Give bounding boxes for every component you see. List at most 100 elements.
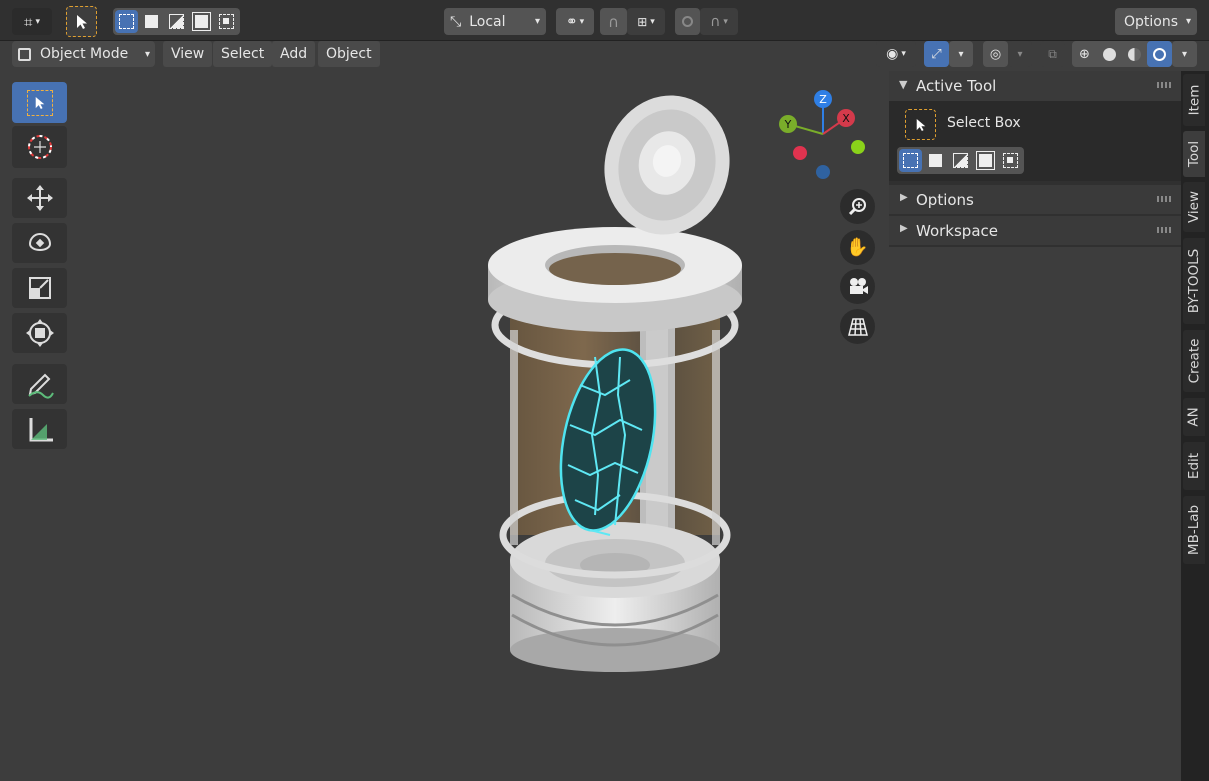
- options-label: Options: [1123, 13, 1179, 30]
- active-tool-button[interactable]: [66, 6, 97, 37]
- options-dropdown[interactable]: Options ▾: [1115, 8, 1197, 35]
- orientation-label: Local: [469, 13, 506, 30]
- tool-rotate[interactable]: [12, 223, 67, 263]
- workspace-panel-header[interactable]: ▶ Workspace: [889, 216, 1181, 245]
- rendered-shading-icon[interactable]: [1147, 41, 1172, 67]
- active-tool-title: Active Tool: [916, 77, 997, 95]
- snap-toggle-button[interactable]: ∩: [600, 8, 627, 35]
- gizmo-dropdown[interactable]: ▾: [949, 41, 973, 67]
- pivot-point-dropdown[interactable]: ⚭ ▾: [556, 8, 594, 35]
- sidebar-select-invert-icon[interactable]: [974, 149, 997, 172]
- select-extend-icon[interactable]: [140, 10, 163, 33]
- select-new-icon[interactable]: [115, 10, 138, 33]
- falloff-curve-icon: ∩: [710, 13, 721, 30]
- solid-shading-icon[interactable]: [1097, 41, 1122, 67]
- transform-icon: [25, 319, 54, 347]
- tab-edit[interactable]: Edit: [1183, 442, 1205, 490]
- wireframe-shading-icon[interactable]: ⊕: [1072, 41, 1097, 67]
- mode-label: Object Mode: [40, 46, 129, 62]
- options-panel-label: Options: [916, 191, 974, 209]
- sidebar-select-intersect-icon[interactable]: [999, 149, 1022, 172]
- cursor-arrow-icon: [76, 14, 87, 29]
- tool-scale[interactable]: [12, 268, 67, 308]
- gizmo-toggle-button[interactable]: ⤢: [924, 41, 949, 67]
- editor-type-button[interactable]: ⌗ ▾: [12, 8, 52, 35]
- tab-item[interactable]: Item: [1183, 74, 1205, 126]
- tab-view[interactable]: View: [1183, 182, 1205, 232]
- expand-triangle-icon: ▶: [900, 223, 908, 234]
- tool-select-box[interactable]: [12, 82, 67, 123]
- camera-icon: [849, 277, 868, 294]
- camera-view-button[interactable]: [840, 269, 875, 304]
- overlays-icon: ◎: [989, 46, 1002, 62]
- xray-icon: ⧉: [1048, 46, 1057, 61]
- visibility-dropdown[interactable]: ◉ ▾: [876, 41, 916, 67]
- cursor-icon: [27, 135, 52, 159]
- drag-handle-icon[interactable]: [1157, 196, 1171, 202]
- sidebar-select-subtract-icon[interactable]: [949, 149, 972, 172]
- menu-select[interactable]: Select: [213, 41, 273, 67]
- menu-view[interactable]: View: [163, 41, 213, 67]
- tool-transform[interactable]: [12, 313, 67, 353]
- tool-cursor[interactable]: [12, 126, 67, 168]
- select-box-tool-icon: [905, 109, 936, 140]
- tool-annotate[interactable]: [12, 364, 67, 404]
- gizmo-z-label: Z: [819, 93, 827, 106]
- tab-an[interactable]: AN: [1183, 398, 1205, 436]
- viewport-object-render[interactable]: [470, 95, 760, 675]
- top-header: ⌗ ▾ ⤡ Local ▾ ⚭ ▾ ∩ ⊞ ▾ ∩ ▾ Options ▾: [0, 0, 1209, 41]
- sidebar-selection-mode-group: [897, 147, 1024, 174]
- axis-navigation-gizmo[interactable]: Z Y X: [770, 85, 880, 185]
- material-shading-icon[interactable]: [1122, 41, 1147, 67]
- orientation-icon: ⤡: [450, 13, 462, 30]
- menu-add[interactable]: Add: [272, 41, 316, 67]
- pan-button[interactable]: ✋: [840, 230, 875, 265]
- sidebar-select-new-icon[interactable]: [899, 149, 922, 172]
- active-tool-panel-header[interactable]: ▼ Active Tool: [889, 71, 1181, 101]
- tool-measure[interactable]: [12, 409, 67, 449]
- select-box-icon: [26, 89, 53, 116]
- tab-create[interactable]: Create: [1183, 330, 1205, 392]
- snap-target-dropdown[interactable]: ⊞ ▾: [627, 8, 665, 35]
- perspective-toggle-button[interactable]: [840, 309, 875, 344]
- mode-dropdown[interactable]: Object Mode ▾: [12, 41, 155, 67]
- shading-dropdown[interactable]: ▾: [1172, 41, 1197, 67]
- transform-orientation-dropdown[interactable]: ⤡ Local ▾: [444, 8, 546, 35]
- tool-move[interactable]: [12, 178, 67, 218]
- move-arrows-icon: [26, 185, 53, 211]
- grid-perspective-icon: [847, 317, 868, 336]
- xray-toggle-button[interactable]: ⧉: [1040, 41, 1065, 67]
- drag-handle-icon[interactable]: [1157, 227, 1171, 233]
- overlays-toggle-button[interactable]: ◎: [983, 41, 1008, 67]
- sidebar-select-extend-icon[interactable]: [924, 149, 947, 172]
- collapse-triangle-icon: ▼: [899, 78, 908, 91]
- measure-ruler-icon: [29, 418, 53, 442]
- tab-tool[interactable]: Tool: [1183, 131, 1205, 177]
- zoom-button[interactable]: [840, 189, 875, 224]
- gizmo-x-label: X: [842, 112, 850, 125]
- options-panel-header[interactable]: ▶ Options: [889, 185, 1181, 214]
- falloff-dropdown[interactable]: ∩ ▾: [700, 8, 738, 35]
- tab-by-tools[interactable]: BY-TOOLS: [1183, 238, 1205, 324]
- annotate-pencil-icon: [27, 373, 54, 399]
- zoom-magnifier-icon: [848, 197, 866, 215]
- workspace-panel-label: Workspace: [916, 222, 998, 240]
- drag-handle-icon[interactable]: [1157, 82, 1171, 88]
- gizmo-y-label: Y: [784, 118, 792, 131]
- proportional-edit-icon: [682, 16, 693, 27]
- rotate-icon: [28, 233, 51, 251]
- magnet-icon: ∩: [608, 12, 619, 31]
- shading-mode-group: ⊕: [1072, 41, 1172, 67]
- select-invert-icon[interactable]: [190, 10, 213, 33]
- tab-mb-lab[interactable]: MB-Lab: [1183, 496, 1205, 564]
- select-subtract-icon[interactable]: [165, 10, 188, 33]
- menu-object[interactable]: Object: [318, 41, 380, 67]
- hand-icon: ✋: [846, 237, 869, 258]
- tool-name-label: Select Box: [947, 115, 1021, 131]
- select-intersect-icon[interactable]: [215, 10, 238, 33]
- proportional-edit-button[interactable]: [675, 8, 700, 35]
- overlays-dropdown[interactable]: ▾: [1008, 41, 1032, 67]
- pivot-icon: ⚭: [565, 13, 578, 30]
- snap-increment-icon: ⊞: [637, 14, 648, 29]
- gizmo-icon: ⤢: [931, 46, 942, 62]
